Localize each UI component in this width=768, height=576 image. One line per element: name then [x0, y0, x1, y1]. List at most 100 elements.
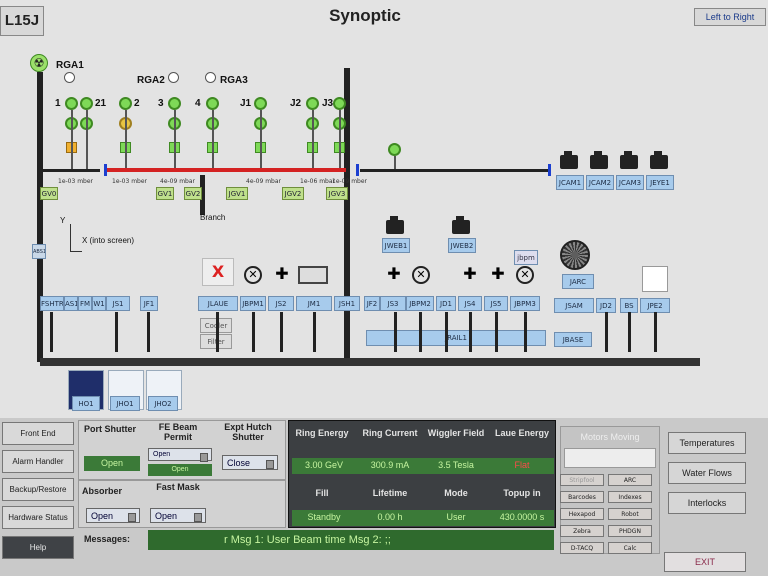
camera-icon[interactable] [560, 151, 578, 169]
motor-button[interactable]: PHDGN [608, 525, 652, 537]
arc-detector-icon[interactable] [560, 240, 590, 270]
device-button[interactable]: FSHTR [40, 296, 64, 311]
hardware-status-button[interactable]: Hardware Status [2, 506, 74, 529]
bpm-icon[interactable]: ✕ [516, 266, 534, 284]
webcam-button[interactable]: JWEB2 [448, 238, 476, 253]
device-button[interactable]: AS1 [64, 296, 78, 311]
rga3-icon[interactable] [205, 72, 216, 83]
pressure-gauge-icon[interactable] [206, 97, 219, 110]
flange-marker [548, 164, 551, 176]
slit-icon[interactable]: ✚ [274, 266, 290, 282]
motor-button[interactable]: Stripfool [560, 474, 604, 486]
interlocks-button[interactable]: Interlocks [668, 492, 746, 514]
camera-button[interactable]: JCAM3 [616, 175, 644, 190]
mirror-icon[interactable] [298, 266, 328, 284]
webcam-icon[interactable] [452, 216, 470, 234]
jbpm-button[interactable]: jbpm [514, 250, 538, 265]
laue-status-icon[interactable]: X [202, 258, 234, 286]
hutch-button[interactable]: JHO2 [148, 396, 178, 411]
front-end-button[interactable]: Front End [2, 422, 74, 445]
alarm-handler-button[interactable]: Alarm Handler [2, 450, 74, 473]
device-button[interactable]: JSH1 [334, 296, 360, 311]
gate-valve[interactable]: JGV3 [326, 187, 348, 200]
device-button[interactable]: JS3 [380, 296, 406, 311]
pressure-gauge-icon[interactable] [80, 97, 93, 110]
device-button[interactable]: JS4 [458, 296, 482, 311]
slit-icon[interactable]: ✚ [462, 266, 478, 282]
device-button[interactable]: JS2 [268, 296, 294, 311]
pressure-gauge-icon[interactable] [65, 97, 78, 110]
rga2-icon[interactable] [168, 72, 179, 83]
motor-button[interactable]: Hexapod [560, 508, 604, 520]
device-button[interactable]: JM1 [296, 296, 332, 311]
webcam-icon[interactable] [386, 216, 404, 234]
motor-button[interactable]: Calc [608, 542, 652, 554]
temperatures-button[interactable]: Temperatures [668, 432, 746, 454]
fast-mask-dropdown[interactable]: Open [150, 508, 206, 523]
device-button[interactable]: JF1 [140, 296, 158, 311]
device-button[interactable]: JBPM1 [240, 296, 266, 311]
camera-button[interactable]: JEYE1 [646, 175, 674, 190]
motor-button[interactable]: Barcodes [560, 491, 604, 503]
device-button[interactable]: FM [78, 296, 92, 311]
wiggler-label: Wiggler Field [427, 428, 485, 438]
pressure-gauge-icon[interactable] [333, 97, 346, 110]
rga1-icon[interactable] [64, 72, 75, 83]
pressure-gauge-icon[interactable] [388, 143, 401, 156]
absorber-dropdown[interactable]: Open [86, 508, 140, 523]
pressure-gauge-icon[interactable] [254, 97, 267, 110]
motor-button[interactable]: Zebra [560, 525, 604, 537]
base-button[interactable]: JBASE [554, 332, 592, 347]
rail-button[interactable]: JRAIL1 [366, 330, 546, 346]
bpm-icon[interactable]: ✕ [412, 266, 430, 284]
device-button[interactable]: JD2 [596, 298, 616, 313]
lifetime-label: Lifetime [372, 488, 408, 498]
camera-icon[interactable] [620, 151, 638, 169]
direction-selector[interactable]: Left to Right [694, 8, 766, 26]
absorber-button[interactable]: ABS1 [32, 244, 46, 259]
motor-button[interactable]: ARC [608, 474, 652, 486]
gate-valve[interactable]: JGV1 [226, 187, 248, 200]
gauge-stem [394, 156, 396, 170]
hutch-button[interactable]: JHO1 [110, 396, 140, 411]
device-button[interactable]: JLAUE [198, 296, 238, 311]
pressure-gauge-icon[interactable] [119, 97, 132, 110]
backup-restore-button[interactable]: Backup/Restore [2, 478, 74, 501]
bpm-icon[interactable]: ✕ [244, 266, 262, 284]
arc-button[interactable]: JARC [562, 274, 594, 289]
device-button[interactable]: JD1 [436, 296, 456, 311]
pressure-gauge-icon[interactable] [168, 97, 181, 110]
webcam-button[interactable]: JWEB1 [382, 238, 410, 253]
gate-valve[interactable]: GV2 [184, 187, 202, 200]
device-button[interactable]: W1 [92, 296, 106, 311]
gate-valve[interactable]: GV0 [40, 187, 58, 200]
camera-icon[interactable] [650, 151, 668, 169]
pressure-gauge-icon[interactable] [306, 97, 319, 110]
motor-button[interactable]: Indexes [608, 491, 652, 503]
fe-beam-dropdown[interactable]: Open [148, 448, 212, 462]
camera-button[interactable]: JCAM2 [586, 175, 614, 190]
hutch-button[interactable]: HO1 [72, 396, 100, 411]
device-button[interactable]: JBPM3 [510, 296, 540, 311]
camera-icon[interactable] [590, 151, 608, 169]
slit-icon[interactable]: ✚ [386, 266, 402, 282]
exit-button[interactable]: EXIT [664, 552, 746, 572]
device-button[interactable]: JF2 [364, 296, 380, 311]
help-button[interactable]: Help [2, 536, 74, 559]
device-button[interactable]: JSAM [554, 298, 594, 313]
water-flows-button[interactable]: Water Flows [668, 462, 746, 484]
device-button[interactable]: JS1 [106, 296, 130, 311]
motor-button[interactable]: Robot [608, 508, 652, 520]
device-button[interactable]: BS [620, 298, 638, 313]
motor-button[interactable]: D-TACQ [560, 542, 604, 554]
slit-icon[interactable]: ✚ [490, 266, 506, 282]
gate-valve[interactable]: JGV2 [282, 187, 304, 200]
device-button[interactable]: JPE2 [640, 298, 670, 313]
front-end-wall [37, 72, 43, 362]
expt-hutch-dropdown[interactable]: Close [222, 455, 278, 470]
support-post [147, 312, 150, 352]
device-button[interactable]: JS5 [484, 296, 508, 311]
device-button[interactable]: JBPM2 [406, 296, 434, 311]
camera-button[interactable]: JCAM1 [556, 175, 584, 190]
gate-valve[interactable]: GV1 [156, 187, 174, 200]
